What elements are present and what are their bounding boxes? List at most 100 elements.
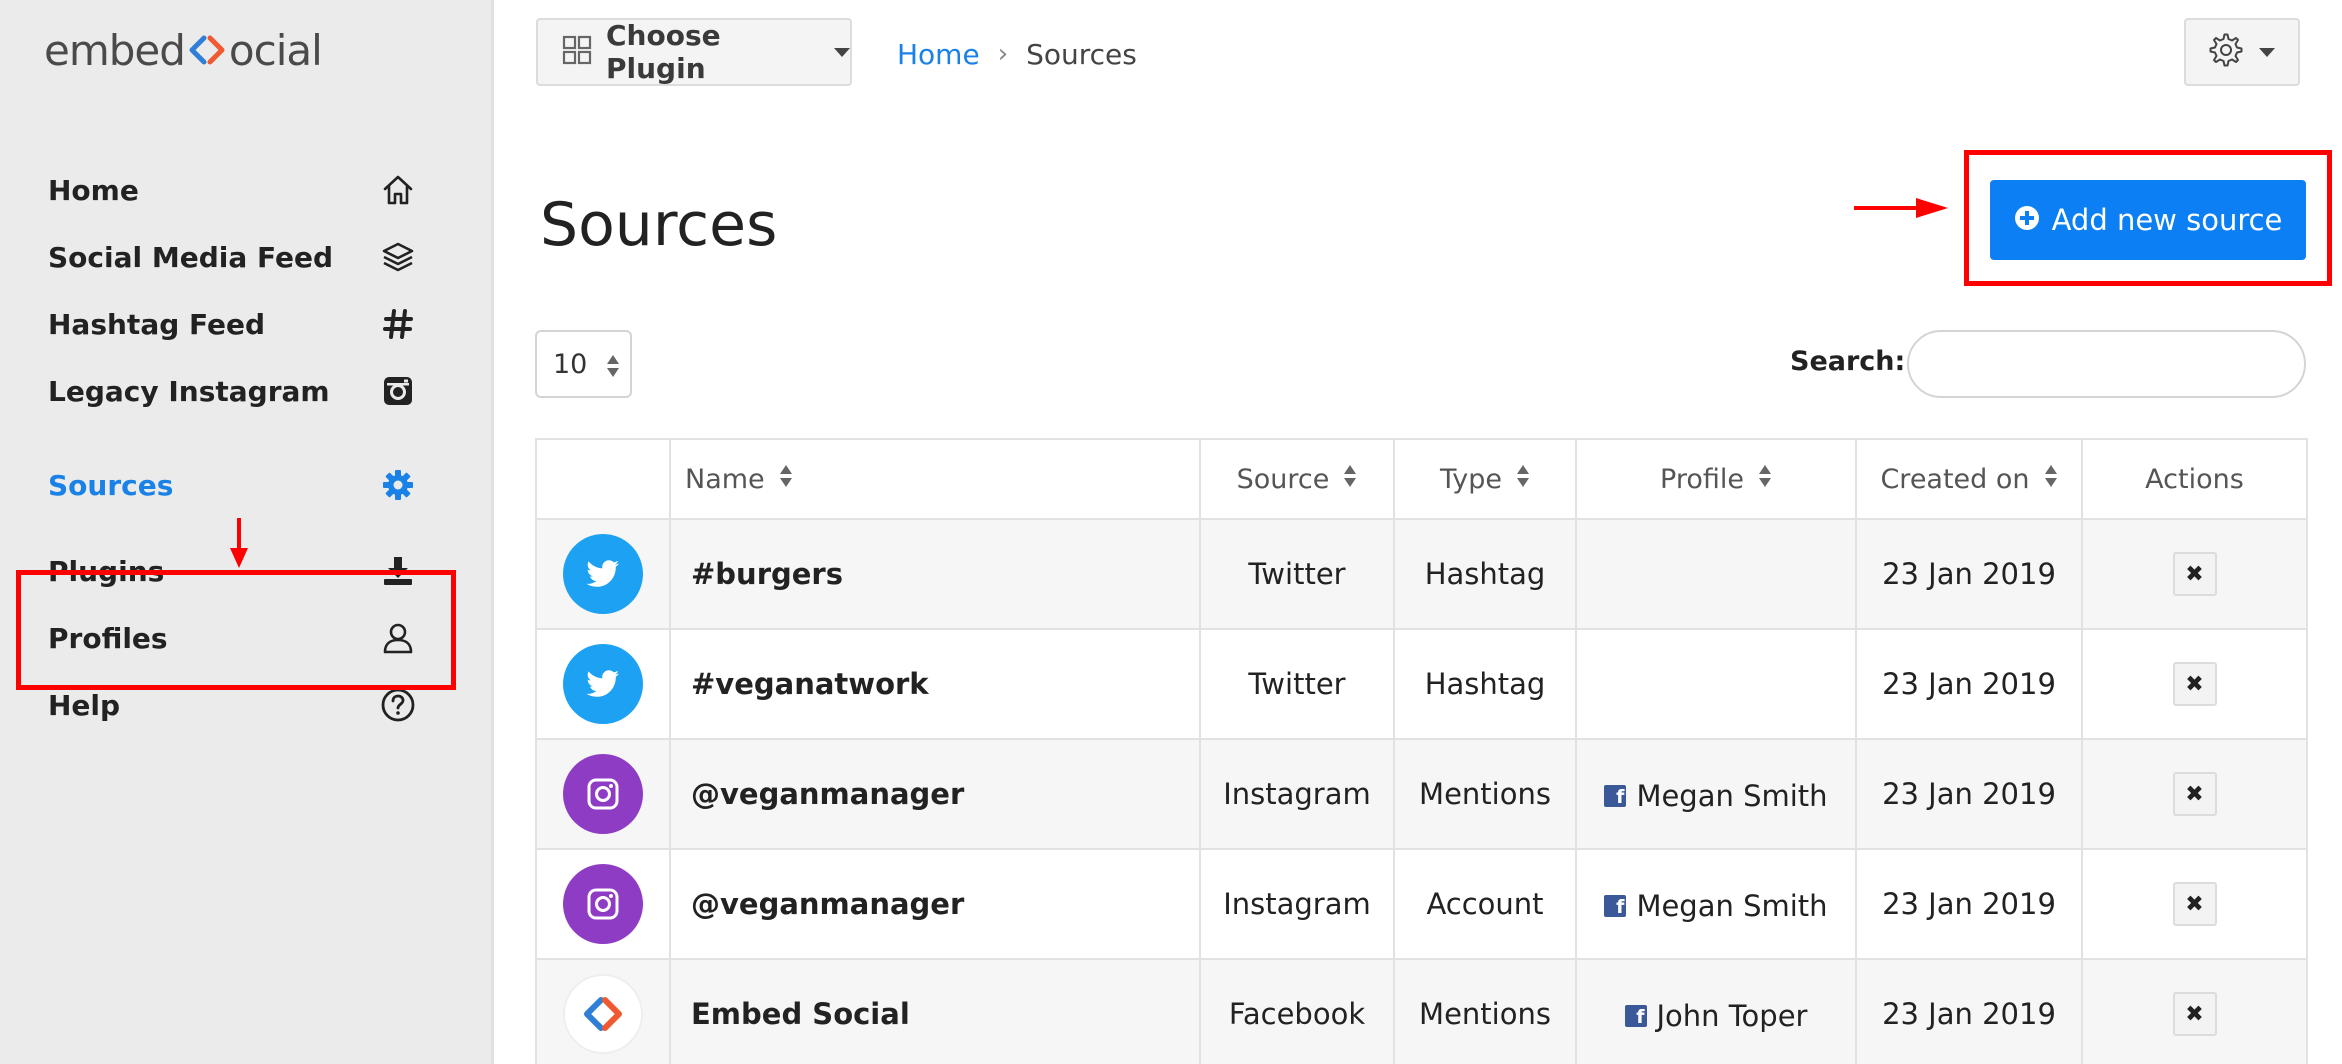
column-header-avatar [535, 438, 671, 520]
search-input[interactable] [1907, 330, 2306, 398]
plus-circle-icon [2014, 205, 2040, 235]
close-icon: ✖ [2185, 561, 2204, 587]
column-header-source[interactable]: Source [1199, 438, 1395, 520]
page-title: Sources [540, 190, 778, 260]
column-header-label: Actions [2145, 463, 2244, 495]
delete-button[interactable]: ✖ [2172, 882, 2217, 926]
table-row: Embed Social Facebook Mentions f John Top… [535, 958, 2308, 1064]
sidebar-item-label: Sources [48, 468, 174, 502]
column-header-created-on[interactable]: Created on [1855, 438, 2083, 520]
breadcrumb-separator: › [997, 39, 1009, 69]
type-cell: Mentions [1393, 958, 1577, 1064]
twitter-icon [563, 534, 643, 614]
actions-cell: ✖ [2081, 738, 2308, 850]
choose-plugin-label: Choose Plugin [606, 19, 721, 85]
source-cell: Twitter [1199, 628, 1395, 740]
source-cell: Instagram [1199, 738, 1395, 850]
type-cell: Account [1393, 848, 1577, 960]
sort-icon [1516, 464, 1530, 495]
sidebar-item-legacy-instagram[interactable]: Legacy Instagram [0, 351, 494, 431]
profile-cell: f John Toper [1575, 958, 1857, 1064]
add-new-source-button[interactable]: Add new source [1990, 180, 2306, 260]
close-icon: ✖ [2185, 781, 2204, 807]
delete-button[interactable]: ✖ [2172, 772, 2217, 816]
hashtag-icon [378, 304, 418, 344]
profile-cell [1575, 518, 1857, 630]
sort-icon [1758, 464, 1772, 495]
logo-mark-icon [187, 29, 227, 79]
name-cell: #veganatwork [669, 628, 1201, 740]
type-cell: Mentions [1393, 738, 1577, 850]
help-circle-icon [378, 685, 418, 725]
add-new-source-label: Add new source [2051, 203, 2283, 237]
delete-button[interactable]: ✖ [2172, 992, 2217, 1036]
column-header-actions: Actions [2081, 438, 2308, 520]
delete-button[interactable]: ✖ [2172, 552, 2217, 596]
created-cell: 23 Jan 2019 [1855, 958, 2083, 1064]
actions-cell: ✖ [2081, 628, 2308, 740]
table-row: #veganatwork Twitter Hashtag 23 Jan 2019… [535, 628, 2308, 740]
profile-name: Megan Smith [1636, 888, 1828, 923]
source-cell: Instagram [1199, 848, 1395, 960]
column-header-profile[interactable]: Profile [1575, 438, 1857, 520]
created-cell: 23 Jan 2019 [1855, 738, 2083, 850]
column-header-label: Type [1439, 463, 1502, 495]
created-cell: 23 Jan 2019 [1855, 848, 2083, 960]
home-icon [378, 170, 418, 210]
breadcrumb-current: Sources [1026, 37, 1137, 71]
caret-down-icon [2259, 43, 2275, 62]
profile-cell: f Megan Smith [1575, 738, 1857, 850]
delete-button[interactable]: ✖ [2172, 662, 2217, 706]
type-cell: Hashtag [1393, 518, 1577, 630]
page-length-select[interactable]: 10 [535, 330, 632, 398]
sort-icon [1343, 464, 1357, 495]
sidebar-item-label: Home [48, 173, 139, 207]
caret-down-icon [834, 43, 850, 62]
profile-cell [1575, 628, 1857, 740]
table-row: @veganmanager Instagram Account f Megan S… [535, 848, 2308, 960]
twitter-icon [563, 644, 643, 724]
column-header-type[interactable]: Type [1393, 438, 1577, 520]
layers-icon [378, 237, 418, 277]
choose-plugin-dropdown[interactable]: Choose Plugin [536, 18, 852, 86]
avatar-cell [535, 628, 671, 740]
sidebar-item-sources[interactable]: Sources [0, 445, 494, 525]
actions-cell: ✖ [2081, 848, 2308, 960]
table-row: @veganmanager Instagram Mentions f Megan … [535, 738, 2308, 850]
facebook-icon: f [1604, 784, 1627, 807]
created-cell: 23 Jan 2019 [1855, 628, 2083, 740]
profile-name: Megan Smith [1636, 778, 1828, 813]
column-header-label: Created on [1880, 463, 2030, 495]
avatar-cell [535, 848, 671, 960]
actions-cell: ✖ [2081, 958, 2308, 1064]
breadcrumb-home-link[interactable]: Home [897, 38, 980, 71]
column-header-label: Profile [1660, 463, 1744, 495]
column-header-name[interactable]: Name [669, 438, 1201, 520]
name-cell: Embed Social [669, 958, 1201, 1064]
column-header-label: Name [685, 463, 765, 495]
instagram-icon [378, 371, 418, 411]
facebook-icon: f [1604, 894, 1627, 917]
facebook-icon: f [1624, 1004, 1647, 1027]
close-icon: ✖ [2185, 891, 2204, 917]
instagram-icon [563, 864, 643, 944]
source-cell: Facebook [1199, 958, 1395, 1064]
avatar-cell [535, 738, 671, 850]
sidebar: embed ocial Home Social Media Feed Hashta… [0, 0, 494, 1064]
source-cell: Twitter [1199, 518, 1395, 630]
instagram-icon [563, 754, 643, 834]
settings-dropdown-button[interactable] [2184, 18, 2300, 86]
sort-icon [2044, 464, 2058, 495]
sidebar-item-label: Social Media Feed [48, 240, 333, 274]
column-header-label: Source [1236, 463, 1330, 495]
sidebar-item-help[interactable]: Help [0, 665, 494, 745]
close-icon: ✖ [2185, 671, 2204, 697]
sidebar-item-label: Hashtag Feed [48, 307, 266, 341]
avatar-cell [535, 958, 671, 1064]
actions-cell: ✖ [2081, 518, 2308, 630]
name-cell: @veganmanager [669, 738, 1201, 850]
embedsocial-logo[interactable]: embed ocial [44, 26, 323, 79]
gear-icon [2209, 33, 2243, 71]
logo-text-left: embed [44, 26, 186, 75]
embedsocial-logo-icon [563, 974, 643, 1054]
